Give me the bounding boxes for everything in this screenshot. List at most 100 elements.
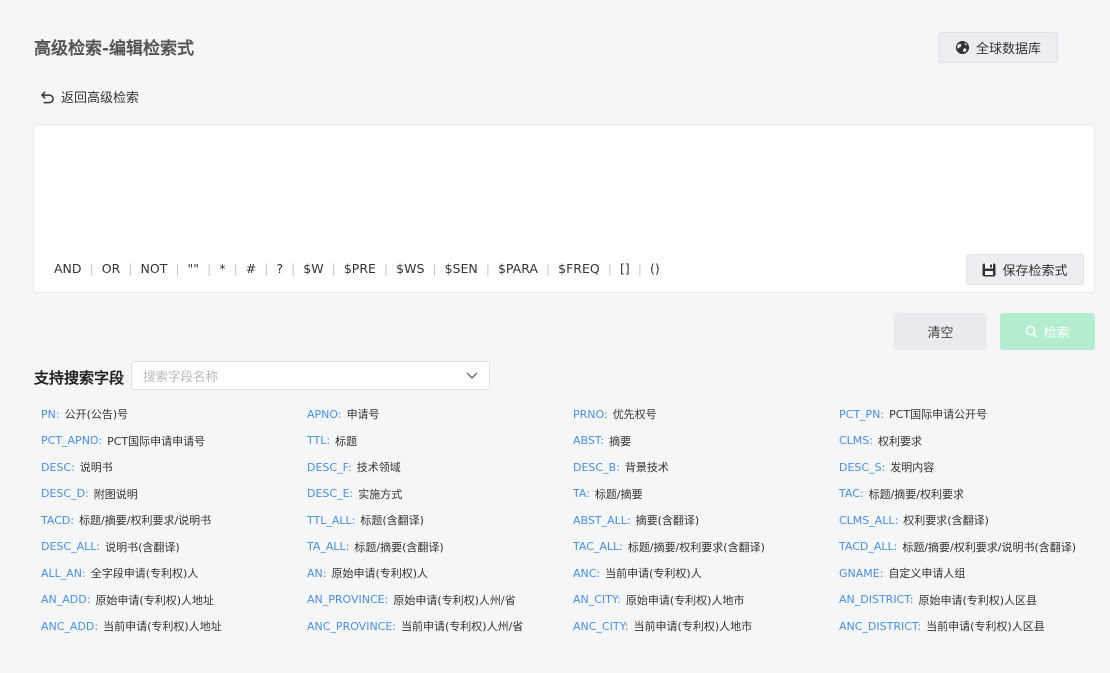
- field-item[interactable]: TAC_ALL: 标题/摘要/权利要求(含翻译): [573, 534, 839, 561]
- field-item[interactable]: TAC: 标题/摘要/权利要求: [839, 481, 1101, 508]
- field-item[interactable]: ANC_DISTRICT: 当前申请(专利权)人区县: [839, 613, 1101, 640]
- field-item[interactable]: PN: 公开(公告)号: [41, 401, 307, 428]
- field-code: TTL:: [307, 434, 331, 448]
- field-code: GNAME:: [839, 566, 884, 580]
- field-item[interactable]: ALL_AN: 全字段申请(专利权)人: [41, 560, 307, 587]
- query-editor-card: AND | OR | NOT | "" | * | # |? | $W | $PRE | $WS | $SEN | $PA…: [33, 124, 1095, 293]
- field-code: ANC_PROVINCE:: [307, 619, 397, 633]
- save-query-label: 保存检索式: [1002, 264, 1068, 279]
- field-item[interactable]: DESC: 说明书: [41, 454, 307, 481]
- field-item[interactable]: AN_ADD: 原始申请(专利权)人地址: [41, 587, 307, 614]
- field-item[interactable]: PRNO: 优先权号: [573, 401, 839, 428]
- field-code: PN:: [41, 407, 60, 421]
- field-description: 摘要(含翻译): [635, 514, 700, 528]
- field-item[interactable]: TTL_ALL: 标题(含翻译): [307, 507, 573, 534]
- field-item[interactable]: DESC_D: 附图说明: [41, 481, 307, 508]
- field-description: 原始申请(专利权)人: [331, 567, 429, 581]
- field-item[interactable]: TACD: 标题/摘要/权利要求/说明书: [41, 507, 307, 534]
- field-code: TA_ALL:: [307, 540, 350, 554]
- field-code: TAC_ALL:: [573, 540, 623, 554]
- field-code: PCT_PN:: [839, 407, 885, 421]
- field-description: 公开(公告)号: [64, 408, 129, 422]
- field-item[interactable]: AN: 原始申请(专利权)人: [307, 560, 573, 587]
- clear-button[interactable]: 清空: [894, 313, 987, 350]
- field-description: 当前申请(专利权)人州/省: [401, 620, 524, 634]
- field-item[interactable]: AN_DISTRICT: 原始申请(专利权)人区县: [839, 587, 1101, 614]
- operator-button[interactable]: (): [648, 261, 662, 276]
- operator-separator: |: [175, 261, 180, 276]
- field-description: 技术领域: [356, 461, 401, 475]
- operator-button[interactable]: []: [618, 261, 632, 276]
- field-code: AN_PROVINCE:: [307, 593, 389, 607]
- operator-button[interactable]: $SEN: [443, 261, 480, 276]
- operator-button[interactable]: $W: [301, 261, 325, 276]
- field-item[interactable]: DESC_E: 实施方式: [307, 481, 573, 508]
- operator-button[interactable]: #: [244, 261, 258, 276]
- field-item[interactable]: ANC: 当前申请(专利权)人: [573, 560, 839, 587]
- operator-button[interactable]: NOT: [139, 261, 170, 276]
- field-item[interactable]: DESC_ALL: 说明书(含翻译): [41, 534, 307, 561]
- field-item[interactable]: TTL: 标题: [307, 428, 573, 455]
- back-arrow-icon: [40, 90, 55, 104]
- page-title: 高级检索-编辑检索式: [34, 39, 195, 59]
- field-item[interactable]: ABST_ALL: 摘要(含翻译): [573, 507, 839, 534]
- field-item[interactable]: PCT_APNO: PCT国际申请申请号: [41, 428, 307, 455]
- global-database-label: 全球数据库: [975, 42, 1041, 57]
- field-description: 原始申请(专利权)人州/省: [393, 593, 516, 607]
- search-button[interactable]: 检索: [1000, 313, 1095, 350]
- field-item[interactable]: GNAME: 自定义申请人组: [839, 560, 1101, 587]
- field-name-select[interactable]: 搜索字段名称: [131, 361, 490, 390]
- field-code: DESC_E:: [307, 487, 354, 501]
- field-item[interactable]: DESC_B: 背景技术: [573, 454, 839, 481]
- operator-button[interactable]: $PARA: [496, 261, 540, 276]
- field-item[interactable]: DESC_F: 技术领域: [307, 454, 573, 481]
- field-description: 标题/摘要(含翻译): [354, 540, 444, 554]
- supported-fields-heading: 支持搜索字段: [34, 369, 125, 387]
- chevron-down-icon: [466, 372, 478, 380]
- field-code: ANC_CITY:: [573, 619, 629, 633]
- field-item[interactable]: TA: 标题/摘要: [573, 481, 839, 508]
- field-code: ABST_ALL:: [573, 513, 631, 527]
- field-description: 自定义申请人组: [888, 567, 966, 581]
- field-item[interactable]: TA_ALL: 标题/摘要(含翻译): [307, 534, 573, 561]
- operator-button[interactable]: AND: [52, 261, 84, 276]
- operator-separator: |: [89, 261, 94, 276]
- field-description: 原始申请(专利权)人区县: [918, 593, 1038, 607]
- field-code: DESC_ALL:: [41, 540, 101, 554]
- global-database-button[interactable]: 全球数据库: [938, 32, 1058, 63]
- field-item[interactable]: ANC_PROVINCE: 当前申请(专利权)人州/省: [307, 613, 573, 640]
- operator-button[interactable]: ?: [274, 261, 285, 276]
- field-item[interactable]: CLMS: 权利要求: [839, 428, 1101, 455]
- field-code: ABST:: [573, 434, 605, 448]
- operator-button[interactable]: OR: [100, 261, 123, 276]
- save-query-button[interactable]: 保存检索式: [966, 254, 1084, 285]
- operator-separator: |: [207, 261, 212, 276]
- field-item[interactable]: AN_PROVINCE: 原始申请(专利权)人州/省: [307, 587, 573, 614]
- field-item[interactable]: ANC_ADD: 当前申请(专利权)人地址: [41, 613, 307, 640]
- field-code: TA:: [573, 487, 590, 501]
- field-item[interactable]: APNO: 申请号: [307, 401, 573, 428]
- field-description: 标题/摘要/权利要求/说明书(含翻译): [902, 540, 1077, 554]
- field-description: 背景技术: [624, 461, 669, 475]
- field-item[interactable]: CLMS_ALL: 权利要求(含翻译): [839, 507, 1101, 534]
- field-code: TAC:: [839, 487, 864, 501]
- operator-button[interactable]: $WS: [394, 261, 426, 276]
- back-to-advanced-search-link[interactable]: 返回高级检索: [40, 87, 139, 106]
- search-button-label: 检索: [1043, 326, 1070, 341]
- field-code: APNO:: [307, 407, 342, 421]
- field-item[interactable]: DESC_S: 发明内容: [839, 454, 1101, 481]
- field-code: AN:: [307, 566, 327, 580]
- operator-separator: |: [291, 261, 296, 276]
- field-item[interactable]: TACD_ALL: 标题/摘要/权利要求/说明书(含翻译): [839, 534, 1101, 561]
- field-description: 原始申请(专利权)人地市: [625, 593, 745, 607]
- field-description: 当前申请(专利权)人区县: [926, 620, 1045, 634]
- operator-button[interactable]: "": [186, 261, 202, 276]
- operator-button[interactable]: *: [217, 261, 227, 276]
- field-item[interactable]: ABST: 摘要: [573, 428, 839, 455]
- query-editor-textarea[interactable]: [46, 135, 1082, 245]
- field-item[interactable]: ANC_CITY: 当前申请(专利权)人地市: [573, 613, 839, 640]
- field-item[interactable]: AN_CITY: 原始申请(专利权)人地市: [573, 587, 839, 614]
- field-item[interactable]: PCT_PN: PCT国际申请公开号: [839, 401, 1101, 428]
- operator-button[interactable]: $PRE: [342, 261, 378, 276]
- operator-button[interactable]: $FREQ: [556, 261, 602, 276]
